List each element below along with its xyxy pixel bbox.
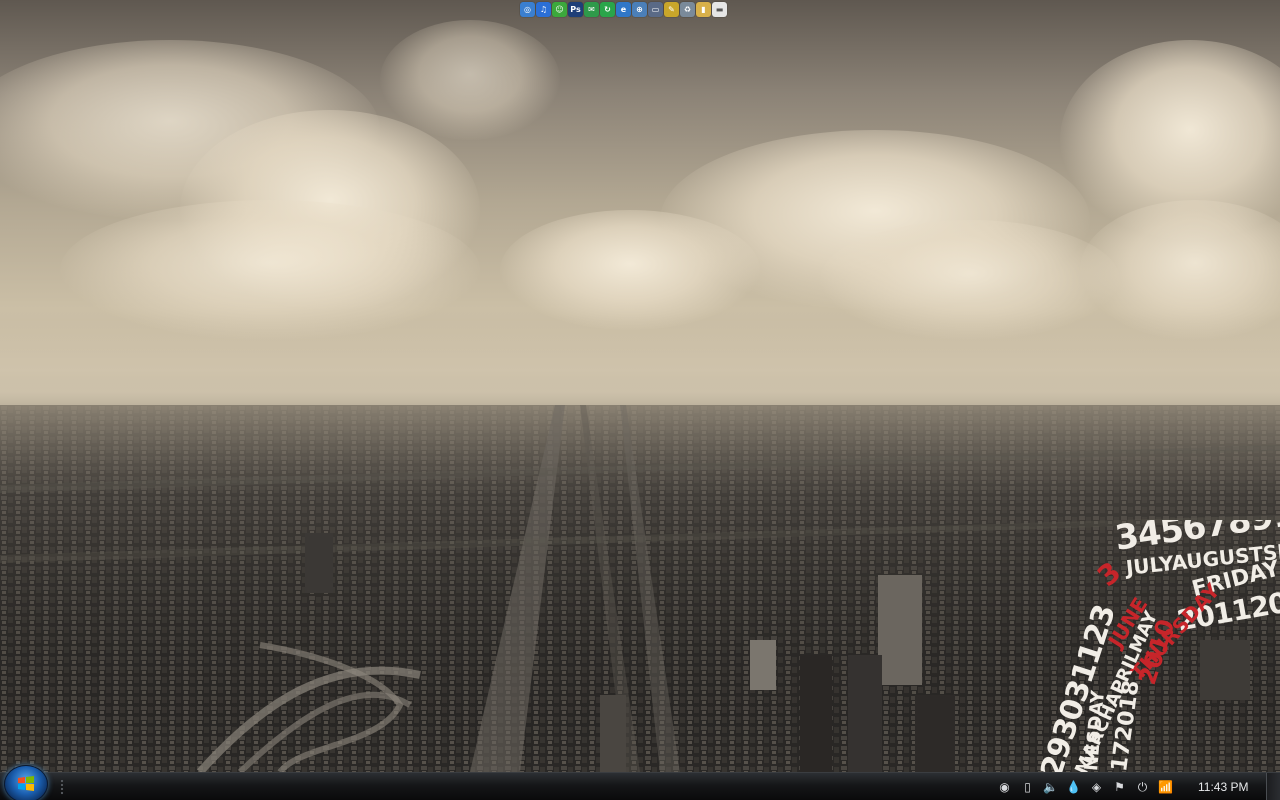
folder-icon[interactable]: ▮: [696, 1, 711, 17]
app-tray-icon[interactable]: ◈: [1088, 779, 1105, 796]
action-center-flag-icon[interactable]: ⚑: [1111, 779, 1128, 796]
taskbar-grip[interactable]: [60, 779, 64, 795]
droplet-icon[interactable]: 💧: [1065, 779, 1082, 796]
window-icon[interactable]: ▬: [712, 1, 727, 17]
widget-current-date: 3: [1091, 555, 1128, 593]
refresh-app-icon[interactable]: ↻: [600, 1, 615, 17]
network-icon[interactable]: ⊕: [632, 1, 647, 17]
recycle-bin-icon[interactable]: ♻: [680, 1, 695, 17]
top-dock: ◎ ♫ ☺ Ps ✉ ↻ e ⊕ ▭ ✎ ♻ ▮ ▬: [520, 0, 727, 18]
chrome-tray-icon[interactable]: ◉: [996, 779, 1013, 796]
photoshop-icon[interactable]: Ps: [568, 1, 583, 17]
system-tray: ◉ ▯ 🔈 💧 ◈ ⚑ ⏻ 📶: [996, 773, 1174, 800]
taskbar-clock[interactable]: 11:43 PM: [1198, 773, 1248, 800]
calendar-widget: 345678910 JULYAUGUSTSE FRIDAY 2011201 3 …: [1035, 520, 1280, 772]
taskbar: ◉ ▯ 🔈 💧 ◈ ⚑ ⏻ 📶 11:43 PM: [0, 765, 1280, 800]
windows-logo-icon: [18, 776, 34, 791]
power-icon[interactable]: ⏻: [1134, 779, 1151, 796]
email-icon[interactable]: ✉: [584, 1, 599, 17]
desktop-wallpaper: 345678910 JULYAUGUSTSE FRIDAY 2011201 3 …: [0, 0, 1280, 772]
computer-icon[interactable]: ▭: [648, 1, 663, 17]
messenger-icon[interactable]: ☺: [552, 1, 567, 17]
signal-icon[interactable]: 📶: [1157, 779, 1174, 796]
widget-left-day: NESDAY: [1081, 689, 1109, 772]
safari-icon[interactable]: ◎: [520, 1, 535, 17]
tools-icon[interactable]: ✎: [664, 1, 679, 17]
start-button[interactable]: [4, 765, 48, 800]
battery-icon[interactable]: ▯: [1019, 779, 1036, 796]
ie-icon[interactable]: e: [616, 1, 631, 17]
itunes-icon[interactable]: ♫: [536, 1, 551, 17]
show-desktop-button[interactable]: [1266, 773, 1280, 800]
volume-icon[interactable]: 🔈: [1042, 779, 1059, 796]
